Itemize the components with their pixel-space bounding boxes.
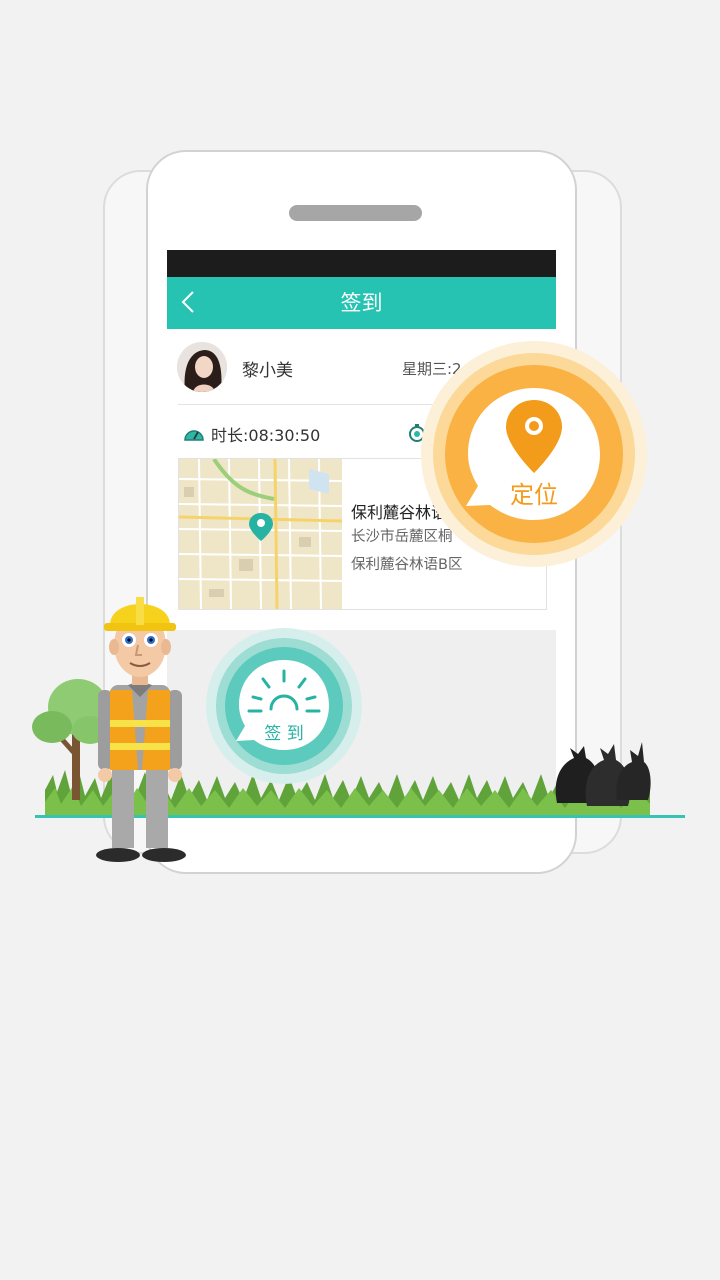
page-title: 签到 (340, 291, 383, 315)
signin-badge[interactable]: 签 到 (205, 627, 363, 785)
locate-label: 定位 (510, 481, 558, 509)
phone-speaker (289, 205, 422, 221)
locate-badge[interactable]: 定位 (420, 340, 648, 568)
chevron-left-icon (181, 291, 194, 313)
title-bar: 签到 (167, 277, 556, 329)
worker-illustration (80, 585, 200, 870)
map-thumbnail[interactable] (178, 457, 343, 610)
signin-label: 签 到 (264, 724, 304, 744)
garbage-bags-illustration (552, 738, 652, 808)
user-name: 黎小美 (242, 361, 293, 381)
back-button[interactable] (175, 287, 203, 317)
status-bar (167, 250, 556, 277)
duration-text: 时长:08:30:50 (211, 426, 321, 445)
speedometer-icon (183, 424, 205, 448)
avatar-photo-icon (177, 342, 227, 392)
avatar (177, 342, 227, 392)
